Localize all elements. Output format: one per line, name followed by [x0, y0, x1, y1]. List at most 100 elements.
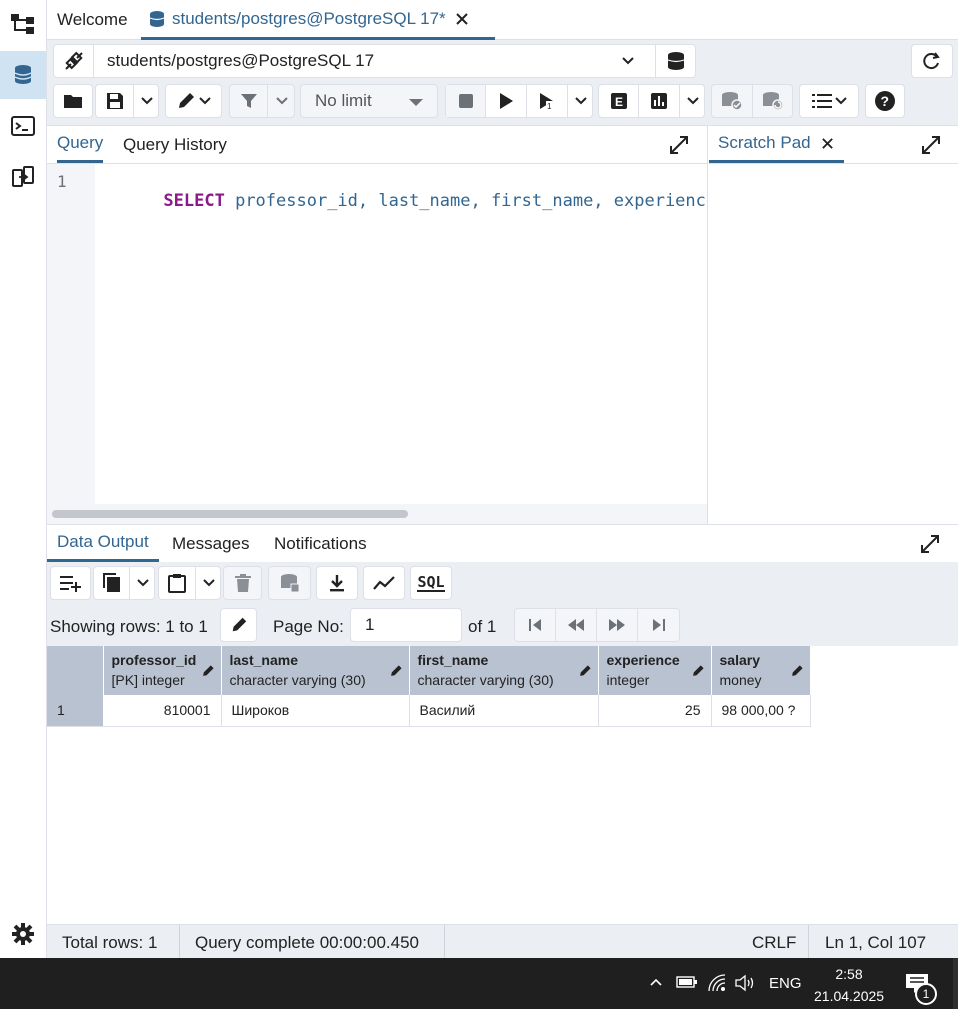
edit-column-pencil-icon[interactable]	[201, 664, 215, 678]
tab-query[interactable]: students/postgres@PostgreSQL 17*	[141, 0, 495, 40]
show-desktop-button[interactable]	[953, 958, 958, 1009]
delete-row-icon[interactable]	[223, 566, 262, 600]
sql-view-button[interactable]: SQL	[410, 566, 452, 600]
edit-column-pencil-icon[interactable]	[691, 664, 705, 678]
tab-scratch-pad[interactable]: Scratch Pad	[709, 126, 844, 163]
explain-icon[interactable]: E	[599, 85, 639, 117]
connection-status-icon[interactable]	[54, 45, 94, 77]
clock[interactable]: 2:58 21.04.2025	[814, 963, 884, 1007]
volume-icon[interactable]	[735, 974, 757, 992]
row-limit-value: No limit	[315, 91, 372, 110]
showing-rows: Showing rows: 1 to 1	[50, 617, 208, 636]
chevron-up-icon[interactable]	[650, 977, 662, 987]
column-name: experience	[606, 652, 680, 668]
edit-column-pencil-icon[interactable]	[389, 664, 403, 678]
line-number: 1	[57, 172, 67, 191]
refresh-icon[interactable]	[911, 44, 953, 78]
column-header-first-name[interactable]: first_name character varying (30)	[409, 646, 599, 695]
tab-welcome[interactable]: Welcome	[57, 0, 128, 40]
rollback-icon[interactable]	[753, 85, 793, 117]
close-tab-icon[interactable]	[455, 12, 469, 26]
execute-script-icon[interactable]: 1	[527, 85, 568, 117]
column-header-experience[interactable]: experience integer	[598, 646, 712, 695]
explain-options-chevron-icon[interactable]	[680, 85, 705, 117]
tab-notifications-label: Notifications	[274, 533, 367, 553]
add-row-icon[interactable]	[50, 566, 91, 600]
stop-icon[interactable]	[446, 85, 486, 117]
top-tabbar: Welcome students/postgres@PostgreSQL 17*	[47, 0, 958, 40]
macros-button[interactable]	[799, 84, 859, 118]
edit-rows-pencil-icon[interactable]	[220, 608, 257, 642]
close-scratch-icon[interactable]	[821, 137, 834, 150]
edit-column-pencil-icon[interactable]	[790, 664, 804, 678]
output-toolbar: SQL Showing rows: 1 to 1 Page No: 1 of 1	[47, 562, 958, 646]
filter-chevron-icon[interactable]	[268, 85, 295, 117]
previous-page-icon[interactable]	[556, 609, 597, 641]
chevron-down-icon	[199, 95, 211, 107]
new-connection-icon[interactable]	[656, 45, 696, 77]
cell-experience[interactable]: 25	[598, 695, 712, 727]
copy-options-chevron-icon[interactable]	[130, 567, 155, 599]
sql-keyword: SELECT	[163, 191, 225, 211]
connection-dropdown[interactable]: students/postgres@PostgreSQL 17	[94, 45, 656, 77]
tab-data-output[interactable]: Data Output	[47, 525, 159, 562]
row-number[interactable]: 1	[47, 695, 103, 727]
tab-query-history[interactable]: Query History	[123, 126, 227, 163]
page-number-input[interactable]: 1	[350, 608, 462, 642]
column-header-last-name[interactable]: last_name character varying (30)	[221, 646, 410, 695]
object-explorer-icon[interactable]	[0, 0, 46, 48]
download-icon[interactable]	[316, 566, 358, 600]
query-tool-icon[interactable]	[0, 51, 46, 99]
paste-icon[interactable]	[159, 567, 196, 599]
notification-count-badge: 1	[915, 983, 937, 1005]
sql-text: professor_id, last_name, first_name, exp…	[224, 191, 707, 211]
chevron-down-icon	[621, 54, 635, 68]
battery-icon[interactable]	[676, 975, 698, 989]
column-header-salary[interactable]: salary money	[711, 646, 811, 695]
commit-icon[interactable]	[712, 85, 753, 117]
graph-visualiser-icon[interactable]	[363, 566, 405, 600]
open-file-icon[interactable]	[53, 84, 93, 118]
schema-diff-icon[interactable]	[0, 153, 46, 201]
next-page-icon[interactable]	[597, 609, 638, 641]
expand-scratch-icon[interactable]	[922, 136, 940, 154]
sql-code-area[interactable]: SELECT professor_id, last_name, first_na…	[95, 164, 707, 504]
row-limit-select[interactable]: No limit	[300, 84, 438, 118]
edit-column-pencil-icon[interactable]	[578, 664, 592, 678]
save-file-icon[interactable]	[96, 85, 134, 117]
execute-options-chevron-icon[interactable]	[568, 85, 593, 117]
horizontal-scrollbar-thumb[interactable]	[52, 510, 408, 518]
help-icon[interactable]: ?	[865, 84, 905, 118]
expand-output-icon[interactable]	[921, 535, 939, 553]
explain-analyze-icon[interactable]	[639, 85, 680, 117]
execute-play-icon[interactable]	[486, 85, 527, 117]
last-page-icon[interactable]	[638, 609, 680, 641]
filter-icon[interactable]	[230, 85, 268, 117]
column-name: last_name	[229, 652, 298, 668]
cell-professor-id[interactable]: 810001	[103, 695, 222, 727]
page-of-label: of 1	[468, 617, 497, 636]
tab-query-editor[interactable]: Query	[57, 126, 104, 163]
expand-editor-icon[interactable]	[670, 136, 688, 154]
column-header-professor-id[interactable]: professor_id [PK] integer	[103, 646, 222, 695]
table-row[interactable]: 1 810001 Широков Василий 25 98 000,00 ?	[47, 695, 811, 727]
svg-text:1: 1	[547, 102, 552, 110]
tab-messages[interactable]: Messages	[172, 525, 249, 562]
copy-icon[interactable]	[94, 567, 130, 599]
cell-salary[interactable]: 98 000,00 ?	[711, 695, 811, 727]
cell-last-name[interactable]: Широков	[221, 695, 410, 727]
save-options-chevron-icon[interactable]	[134, 85, 159, 117]
query-status: Query complete 00:00:00.450	[195, 933, 419, 952]
network-icon[interactable]	[707, 974, 727, 992]
save-data-icon[interactable]	[268, 566, 311, 600]
tab-notifications[interactable]: Notifications	[274, 525, 367, 562]
connection-selector[interactable]: students/postgres@PostgreSQL 17	[53, 44, 696, 78]
edit-menu-button[interactable]	[165, 84, 222, 118]
settings-gear-icon[interactable]	[0, 910, 46, 958]
psql-tool-icon[interactable]	[0, 102, 46, 150]
paste-options-chevron-icon[interactable]	[196, 567, 221, 599]
input-language[interactable]: ENG	[769, 975, 802, 992]
first-page-icon[interactable]	[515, 609, 556, 641]
cell-first-name[interactable]: Василий	[409, 695, 599, 727]
tab-query-label: students/postgres@PostgreSQL 17*	[172, 8, 446, 28]
